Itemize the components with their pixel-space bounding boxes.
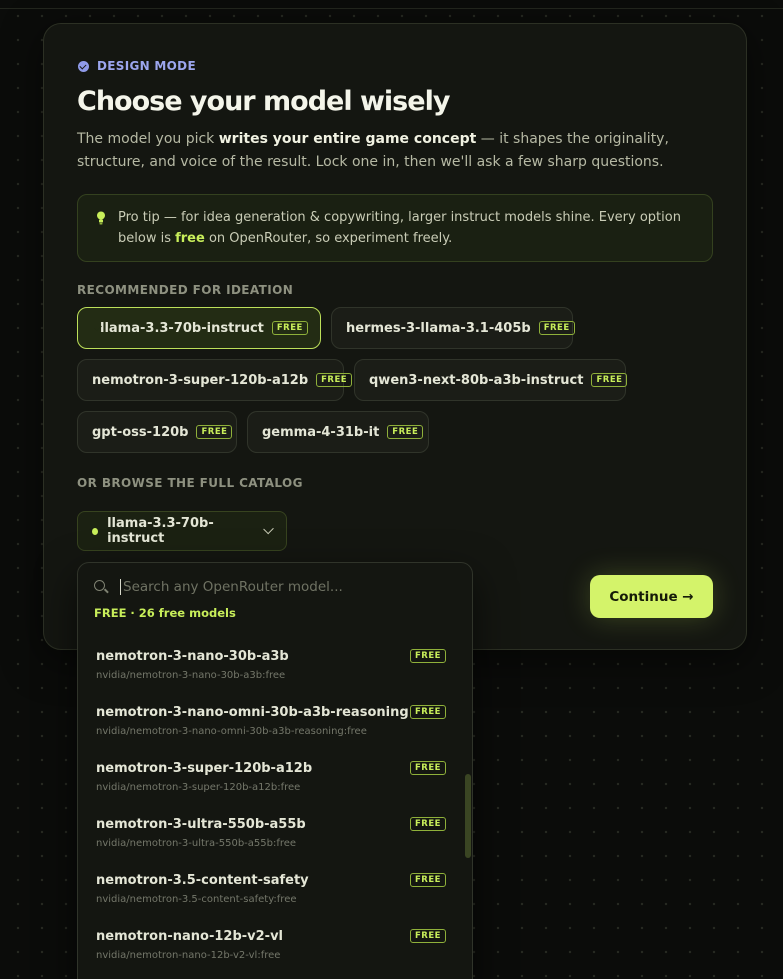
badge-label: DESIGN MODE xyxy=(97,59,196,73)
model-name: nemotron-3.5-content-safety xyxy=(96,873,309,888)
free-tag: FREE xyxy=(410,649,446,663)
free-tag: FREE xyxy=(410,929,446,943)
model-select-dropdown[interactable]: llama-3.3-70b-instruct xyxy=(77,511,287,551)
model-chip-qwen3-next-80b-a3b-instruct[interactable]: qwen3-next-80b-a3b-instruct FREE xyxy=(354,359,628,401)
free-model-count: FREE · 26 free models xyxy=(94,606,236,620)
free-tag: FREE xyxy=(196,425,233,439)
free-tag: FREE xyxy=(387,425,424,439)
model-chip-gpt-oss-120b[interactable]: gpt-oss-120b FREE xyxy=(77,411,237,453)
tip-free-highlight: free xyxy=(175,231,205,246)
model-list-item[interactable]: nemotron-3-nano-30b-a3b nvidia/nemotron-… xyxy=(78,641,464,697)
model-name: nemotron-3-nano-30b-a3b xyxy=(96,649,289,664)
model-chip-hermes-3-llama-3-1-405b[interactable]: hermes-3-llama-3.1-405b FREE xyxy=(331,307,575,349)
status-dot xyxy=(92,527,99,535)
pro-tip-box: Pro tip — for idea generation & copywrit… xyxy=(77,194,713,262)
model-list-item[interactable]: nemotron-3-super-120b-a12b nvidia/nemotr… xyxy=(78,753,464,809)
model-id: nvidia/nemotron-3-nano-30b-a3b:free xyxy=(96,670,286,681)
model-id: nvidia/nemotron-3-super-120b-a12b:free xyxy=(96,782,301,793)
model-id: nvidia/nemotron-nano-12b-v2-vl:free xyxy=(96,950,281,961)
model-list-item[interactable]: nemotron-3-nano-omni-30b-a3b-reasoning n… xyxy=(78,697,464,753)
free-tag: FREE xyxy=(410,873,446,887)
pro-tip-text: Pro tip — for idea generation & copywrit… xyxy=(118,207,698,249)
model-chip-gemma-4-31b-it[interactable]: gemma-4-31b-it FREE xyxy=(247,411,429,453)
continue-button[interactable]: Continue → xyxy=(590,575,713,618)
recommended-label: RECOMMENDED FOR IDEATION xyxy=(77,283,294,297)
search-icon xyxy=(94,580,108,594)
model-list-item[interactable]: nemotron-3.5-content-safety nvidia/nemot… xyxy=(78,865,464,921)
search-row xyxy=(78,573,472,601)
free-tag: FREE xyxy=(316,373,353,387)
model-id: nvidia/nemotron-3.5-content-safety:free xyxy=(96,894,297,905)
free-tag: FREE xyxy=(591,373,628,387)
selected-model-label: llama-3.3-70b-instruct xyxy=(107,516,214,546)
design-mode-badge: DESIGN MODE xyxy=(78,58,196,74)
lightbulb-icon xyxy=(97,211,105,225)
free-tag: FREE xyxy=(538,321,575,335)
catalog-label: OR BROWSE THE FULL CATALOG xyxy=(77,476,303,490)
chip-label: qwen3-next-80b-a3b-instruct xyxy=(369,372,584,388)
model-list-item[interactable]: nemotron-3-ultra-550b-a55b nvidia/nemotr… xyxy=(78,809,464,865)
chip-label: llama-3.3-70b-instruct xyxy=(100,320,264,336)
dropdown-scrollbar[interactable] xyxy=(465,774,471,858)
chip-label: gemma-4-31b-it xyxy=(262,424,380,440)
chip-label: nemotron-3-super-120b-a12b xyxy=(92,372,309,388)
model-name: nemotron-nano-12b-v2-vl xyxy=(96,929,284,944)
chip-label: hermes-3-llama-3.1-405b xyxy=(346,320,531,336)
model-chip-nemotron-3-super-120b-a12b[interactable]: nemotron-3-super-120b-a12b FREE xyxy=(77,359,353,401)
model-chip-llama-3-3-70b-instruct[interactable]: llama-3.3-70b-instruct FREE xyxy=(77,307,321,349)
description-text: The model you pick xyxy=(77,131,219,147)
chip-label: gpt-oss-120b xyxy=(92,424,189,440)
model-name: nemotron-3-super-120b-a12b xyxy=(96,761,313,776)
model-id: nvidia/nemotron-3-ultra-550b-a55b:free xyxy=(96,838,297,849)
description-emphasis: writes your entire game concept xyxy=(218,131,477,147)
page-title: Choose your model wisely xyxy=(77,86,450,117)
chevron-down-icon xyxy=(263,523,274,535)
model-name: nemotron-3-nano-omni-30b-a3b-reasoning xyxy=(96,705,409,720)
model-name: nemotron-3-ultra-550b-a55b xyxy=(96,817,306,832)
page-description: The model you pick writes your entire ga… xyxy=(77,128,717,174)
model-search-input[interactable] xyxy=(120,579,440,595)
model-list-item[interactable]: nemotron-nano-12b-v2-vl nvidia/nemotron-… xyxy=(78,921,464,977)
free-tag: FREE xyxy=(410,817,446,831)
free-tag: FREE xyxy=(271,321,308,335)
check-badge-icon xyxy=(78,60,89,72)
model-catalog-dropdown: FREE · 26 free models nemotron-3-nano-30… xyxy=(77,562,473,979)
model-id: nvidia/nemotron-3-nano-omni-30b-a3b-reas… xyxy=(96,726,367,737)
free-tag: FREE xyxy=(410,705,446,719)
free-tag: FREE xyxy=(410,761,446,775)
tip-text-end: on OpenRouter, so experiment freely. xyxy=(204,231,453,246)
top-divider xyxy=(0,8,783,9)
